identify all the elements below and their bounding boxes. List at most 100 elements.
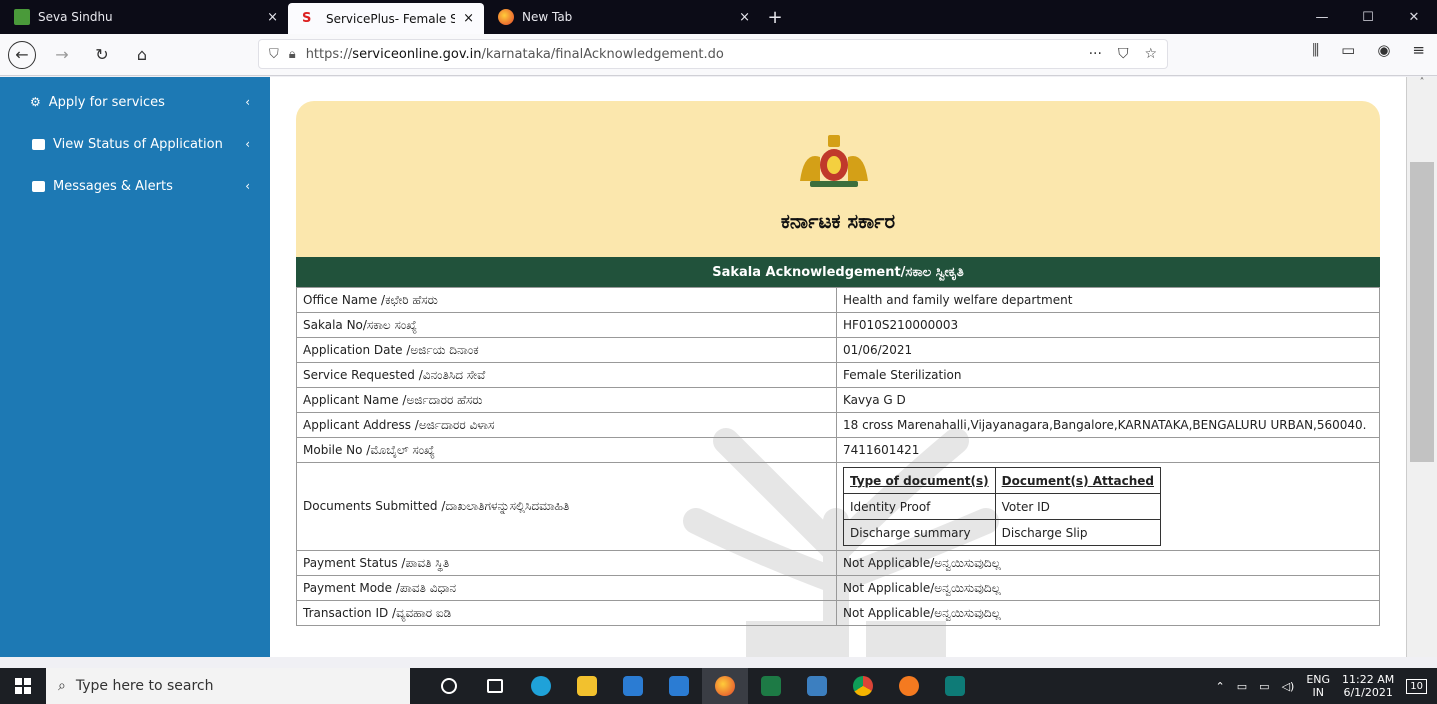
search-icon: ⌕ <box>58 678 66 694</box>
message-icon <box>32 138 45 150</box>
table-row: Office Name /ಕಛೇರಿ ಹೆಸರು Health and famil… <box>296 287 1380 313</box>
close-tab-icon[interactable]: × <box>739 10 750 25</box>
table-row: Applicant Address /ಅರ್ಜಿದಾರರ ವಿಳಾಸ 18 cro… <box>296 412 1380 438</box>
scroll-up-icon[interactable]: ˄ <box>1407 77 1437 88</box>
main-content: ಕರ್ನಾಟಕ ಸರ್ಕಾರ Sakala Acknowledgement/ಸಕ… <box>270 77 1407 657</box>
library-icon[interactable]: ⫼ <box>1312 41 1319 59</box>
table-row: Identity Proof Voter ID <box>843 493 1161 520</box>
sidebar-item-view-status[interactable]: View Status of Application ‹ <box>0 123 270 165</box>
row-value: Kavya G D <box>836 387 1380 413</box>
chevron-left-icon: ‹ <box>245 137 250 151</box>
edge-icon[interactable] <box>518 668 564 704</box>
address-bar[interactable]: ⛉ 🔒︎ https://serviceonline.gov.in/karnat… <box>258 39 1168 69</box>
store-icon[interactable] <box>656 668 702 704</box>
acknowledgement-header: ಕರ್ನಾಟಕ ಸರ್ಕಾರ <box>296 101 1380 257</box>
sidebar-item-messages-alerts[interactable]: Messages & Alerts ‹ <box>0 165 270 207</box>
row-label: Payment Mode /ಪಾವತಿ ವಿಧಾನ <box>296 575 837 601</box>
row-value: Not Applicable/ಅನ್ವಯಿಸುವುದಿಲ್ಲ <box>836 600 1380 626</box>
row-value: Not Applicable/ಅನ್ವಯಿಸುವುದಿಲ್ಲ <box>836 575 1380 601</box>
row-value: Health and family welfare department <box>836 287 1380 313</box>
tab-title: Seva Sindhu <box>38 10 113 24</box>
publisher-icon[interactable] <box>932 668 978 704</box>
documents-table: Type of document(s) Document(s) Attached… <box>843 467 1161 546</box>
excel-icon[interactable] <box>748 668 794 704</box>
row-value: 7411601421 <box>836 437 1380 463</box>
serviceplus-favicon-icon: S <box>302 10 312 26</box>
reload-icon[interactable]: ↻ <box>88 41 116 69</box>
home-icon[interactable]: ⌂ <box>128 41 156 69</box>
forward-icon[interactable]: → <box>48 41 76 69</box>
close-tab-icon[interactable]: × <box>267 10 278 25</box>
tab-seva-sindhu[interactable]: Seva Sindhu × <box>0 0 288 34</box>
scrollbar-thumb[interactable] <box>1410 162 1434 462</box>
menu-icon[interactable]: ≡ <box>1412 41 1425 59</box>
language-indicator[interactable]: ENG IN <box>1306 673 1330 699</box>
row-label: Application Date /ಅರ್ಜಿಯ ದಿನಾಂಕ <box>296 337 837 363</box>
tab-new-tab[interactable]: New Tab × <box>484 0 760 34</box>
maximize-icon[interactable]: ☐ <box>1345 0 1391 34</box>
paint-icon[interactable] <box>886 668 932 704</box>
row-label: Sakala No/ಸಕಾಲ ಸಂಖ್ಯೆ <box>296 312 837 338</box>
karnataka-emblem-icon <box>800 135 868 187</box>
navigation-bar: ← → ↻ ⌂ ⛉ 🔒︎ https://serviceonline.gov.i… <box>0 34 1437 76</box>
vertical-scrollbar[interactable]: ˄ <box>1407 77 1437 657</box>
sidebar-toggle-icon[interactable]: ▭ <box>1341 41 1355 59</box>
table-row: Applicant Name /ಅರ್ಜಿದಾರರ ಹೆಸರು Kavya G D <box>296 387 1380 413</box>
file-explorer-icon[interactable] <box>564 668 610 704</box>
table-row: Payment Mode /ಪಾವತಿ ವಿಧಾನ Not Applicable/… <box>296 575 1380 601</box>
windows-start-icon[interactable] <box>0 668 46 704</box>
chevron-up-icon[interactable]: ⌃ <box>1216 680 1225 693</box>
page-actions-icon[interactable]: ··· <box>1089 46 1102 62</box>
row-value: 18 cross Marenahalli,Vijayanagara,Bangal… <box>836 412 1380 438</box>
firefox-icon[interactable] <box>702 668 748 704</box>
row-label: Service Requested /ವಿನಂತಿಸಿದ ಸೇವೆ <box>296 362 837 388</box>
minimize-icon[interactable]: — <box>1299 0 1345 34</box>
document-type: Discharge summary <box>843 519 996 546</box>
tab-title: New Tab <box>522 10 573 24</box>
url-text: https://serviceonline.gov.in/karnataka/f… <box>305 46 724 62</box>
table-row: Payment Status /ಪಾವತಿ ಸ್ಥಿತಿ Not Applicab… <box>296 550 1380 576</box>
task-view-icon[interactable] <box>472 668 518 704</box>
row-label: Documents Submitted /ದಾಖಲಾತಿಗಳನ್ನುಸಲ್ಲಿಸ… <box>296 462 837 551</box>
bookmark-star-icon[interactable]: ☆ <box>1144 46 1157 62</box>
pocket-icon[interactable]: ⛉ <box>1118 46 1129 62</box>
close-window-icon[interactable]: ✕ <box>1391 0 1437 34</box>
tab-title: ServicePlus- Female Sterilizatio <box>326 11 456 26</box>
row-label: Applicant Address /ಅರ್ಜಿದಾರರ ವಿಳಾಸ <box>296 412 837 438</box>
clock[interactable]: 11:22 AM 6/1/2021 <box>1342 673 1394 699</box>
message-icon <box>32 180 45 192</box>
row-label: Payment Status /ಪಾವತಿ ಸ್ಥಿತಿ <box>296 550 837 576</box>
firefox-favicon-icon <box>498 9 514 25</box>
new-tab-button[interactable]: + <box>760 0 790 34</box>
system-tray: ⌃ ▭ ▭ ◁) ENG IN 11:22 AM 6/1/2021 10 <box>1216 673 1437 699</box>
tracking-protection-icon[interactable]: ⛉ <box>269 47 279 62</box>
close-tab-icon[interactable]: × <box>463 11 474 26</box>
sidebar-item-label: Messages & Alerts <box>53 178 173 194</box>
acknowledgement-table: Office Name /ಕಛೇರಿ ಹೆಸರು Health and famil… <box>296 287 1380 626</box>
volume-icon[interactable]: ◁) <box>1282 680 1295 693</box>
app-icon[interactable] <box>794 668 840 704</box>
battery-icon[interactable]: ▭ <box>1259 680 1269 693</box>
document-attached: Discharge Slip <box>994 519 1161 546</box>
tab-bar: Seva Sindhu × S ServicePlus- Female Ster… <box>0 0 1437 34</box>
tab-serviceplus[interactable]: S ServicePlus- Female Sterilizatio × <box>288 3 484 34</box>
search-placeholder: Type here to search <box>75 678 214 694</box>
network-icon[interactable]: ▭ <box>1237 680 1247 693</box>
table-row: Transaction ID /ವ್ಯವಹಾರ ಐಡಿ Not Applicabl… <box>296 600 1380 626</box>
gears-icon: ⚙ <box>30 95 41 109</box>
mail-icon[interactable] <box>610 668 656 704</box>
sidebar: ⚙ Apply for services ‹ View Status of Ap… <box>0 77 270 657</box>
document-attached: Voter ID <box>994 493 1161 520</box>
cortana-icon[interactable] <box>426 668 472 704</box>
back-icon[interactable]: ← <box>8 40 36 69</box>
sidebar-item-apply-for-services[interactable]: ⚙ Apply for services ‹ <box>0 81 270 123</box>
taskbar-search-input[interactable]: ⌕ Type here to search <box>46 668 410 704</box>
notification-icon[interactable]: 10 <box>1406 678 1427 694</box>
government-title: ಕರ್ನಾಟಕ ಸರ್ಕಾರ <box>780 209 896 233</box>
chrome-icon[interactable] <box>840 668 886 704</box>
chevron-left-icon: ‹ <box>245 179 250 193</box>
lock-icon[interactable]: 🔒︎ <box>289 47 296 62</box>
account-icon[interactable]: ◉ <box>1377 41 1390 59</box>
row-value: Female Sterilization <box>836 362 1380 388</box>
seva-sindhu-favicon-icon <box>14 9 30 25</box>
